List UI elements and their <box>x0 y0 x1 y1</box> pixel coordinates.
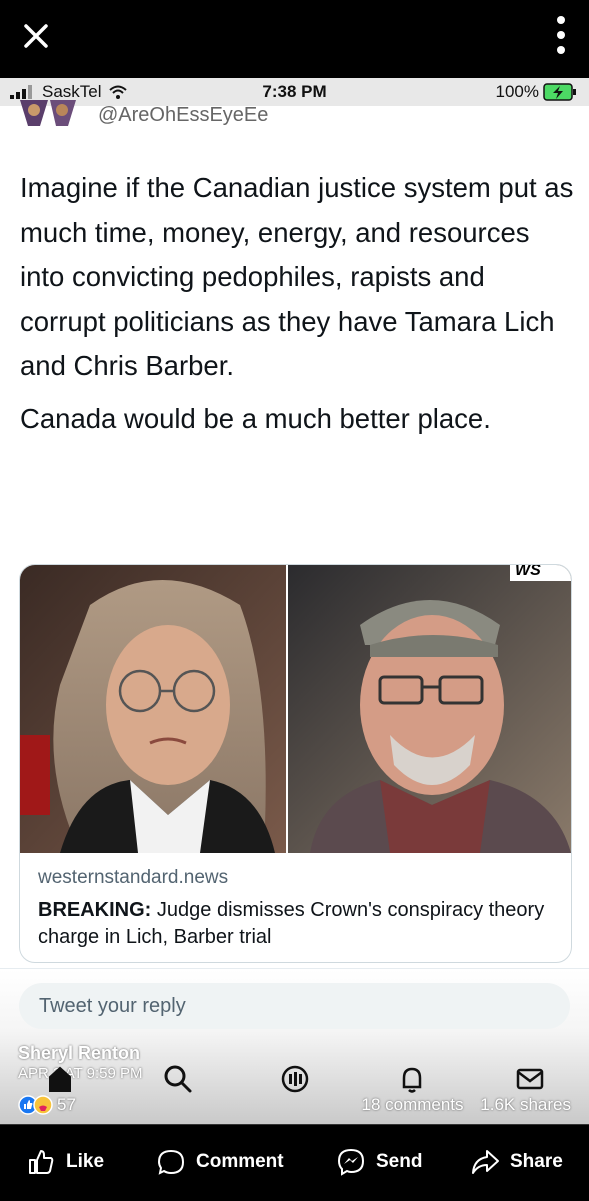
share-arrow-icon <box>472 1150 499 1174</box>
link-domain: westernstandard.news <box>38 867 229 888</box>
home-icon[interactable] <box>44 1063 76 1095</box>
battery-charging-icon <box>543 83 576 101</box>
battery-status: 100% <box>496 82 577 102</box>
reply-placeholder: Tweet your reply <box>39 995 186 1017</box>
comment-label: Comment <box>196 1151 284 1172</box>
tweet-paragraph-2: Canada would be a much better place. <box>20 402 491 434</box>
spaces-icon[interactable] <box>279 1063 311 1095</box>
search-icon[interactable] <box>162 1063 194 1095</box>
shares-count[interactable]: 1.6K shares <box>480 1095 571 1114</box>
action-bar: Like Comment Send Share <box>0 1124 589 1201</box>
like-button[interactable]: Like <box>26 1147 104 1177</box>
reply-and-post-info: Tweet your reply Sheryl Renton APR 3 AT … <box>0 968 589 1124</box>
post-date: APR 3 AT 9:59 PM <box>18 1065 143 1082</box>
share-label: Share <box>510 1151 563 1172</box>
battery-percent: 100% <box>495 82 539 101</box>
like-label: Like <box>66 1151 105 1172</box>
avatar[interactable] <box>20 100 76 130</box>
send-label: Send <box>376 1151 423 1172</box>
tweet-text: Imagine if the Canadian justice system p… <box>20 166 575 449</box>
send-button[interactable]: Send <box>336 1147 422 1177</box>
comment-button[interactable]: Comment <box>156 1147 284 1177</box>
more-options-icon[interactable] <box>555 14 567 56</box>
tweet-paragraph-1: Imagine if the Canadian justice system p… <box>20 172 574 381</box>
screenshot-content: SaskTel 7:38 PM 100% @AreOhEssEyeEe Imag… <box>0 78 589 1124</box>
poster-name[interactable]: Sheryl Renton <box>18 1043 140 1064</box>
thumbs-up-icon <box>29 1150 54 1174</box>
post-stats: 18 comments 1.6K shares <box>349 1095 571 1115</box>
reaction-count: 57 <box>57 1095 76 1114</box>
close-icon[interactable] <box>18 18 54 54</box>
link-preview-card[interactable]: WS westernstandard.news BREAKING: Judge … <box>19 564 572 963</box>
notifications-icon[interactable] <box>396 1063 428 1095</box>
viewer-top-bar <box>0 0 589 78</box>
tweet-author: @AreOhEssEyeEe <box>20 100 268 130</box>
reply-input[interactable]: Tweet your reply <box>19 983 570 1029</box>
comments-count[interactable]: 18 comments <box>361 1095 463 1114</box>
messages-icon[interactable] <box>514 1063 546 1095</box>
messenger-icon <box>337 1148 365 1176</box>
share-button[interactable]: Share <box>470 1147 563 1177</box>
news-photo <box>20 565 571 853</box>
tweet-handle[interactable]: @AreOhEssEyeEe <box>98 105 268 125</box>
source-badge: WS <box>515 564 541 579</box>
comment-icon <box>157 1149 185 1175</box>
headline-label: BREAKING: <box>38 899 152 921</box>
care-reaction-icon <box>33 1095 53 1115</box>
reactions[interactable]: 57 <box>18 1095 76 1115</box>
link-headline: BREAKING: Judge dismisses Crown's conspi… <box>38 897 558 951</box>
